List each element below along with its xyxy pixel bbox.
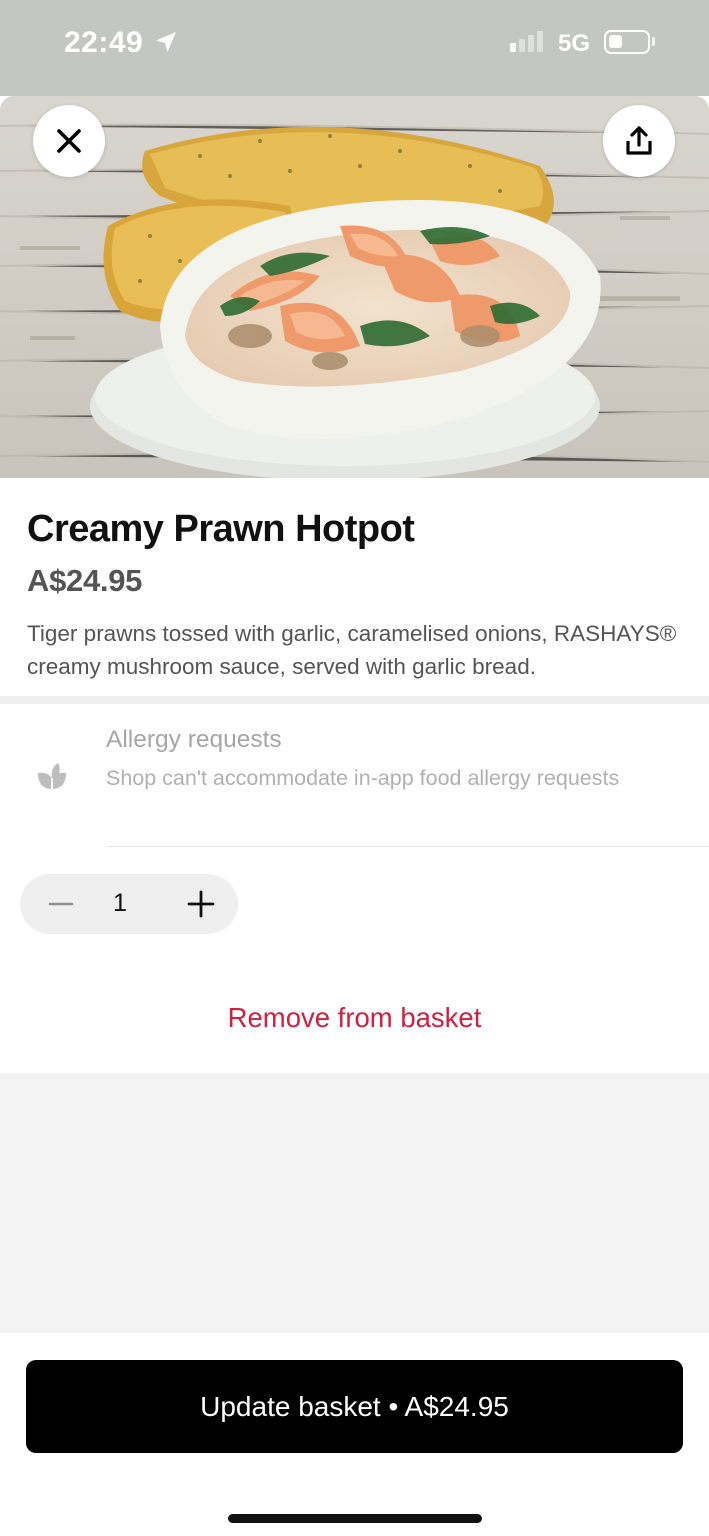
quantity-value: 1 — [113, 889, 127, 917]
status-time: 22:49 — [64, 26, 144, 59]
hero-image — [0, 96, 709, 478]
section-divider — [0, 696, 709, 704]
plus-icon — [187, 890, 215, 918]
item-title: Creamy Prawn Hotpot — [27, 508, 415, 550]
update-basket-button[interactable]: Update basket • A$24.95 — [26, 1360, 683, 1453]
item-description: Tiger prawns tossed with garlic, caramel… — [27, 621, 677, 679]
item-price: A$24.95 — [27, 563, 143, 598]
quantity-stepper: 1 — [20, 874, 238, 934]
home-indicator — [228, 1514, 482, 1523]
battery-icon — [604, 30, 650, 54]
share-icon — [626, 126, 652, 155]
close-button[interactable] — [33, 105, 105, 177]
status-bar: 22:49 5G — [0, 0, 709, 96]
allergy-title[interactable]: Allergy requests — [106, 726, 282, 754]
share-button[interactable] — [603, 105, 675, 177]
network-label: 5G — [558, 30, 591, 57]
increase-quantity-button[interactable] — [182, 885, 220, 923]
allergy-divider — [106, 846, 709, 847]
allergy-leaf-icon — [38, 763, 66, 789]
location-arrow-icon — [156, 32, 176, 52]
remove-from-basket-button[interactable]: Remove from basket — [0, 1002, 709, 1034]
signal-icon — [510, 31, 543, 52]
decrease-quantity-button[interactable] — [42, 885, 80, 923]
background-filler — [0, 1073, 709, 1333]
minus-icon — [48, 902, 74, 906]
close-icon — [57, 129, 81, 153]
allergy-subtitle: Shop can't accommodate in-app food aller… — [106, 766, 620, 790]
